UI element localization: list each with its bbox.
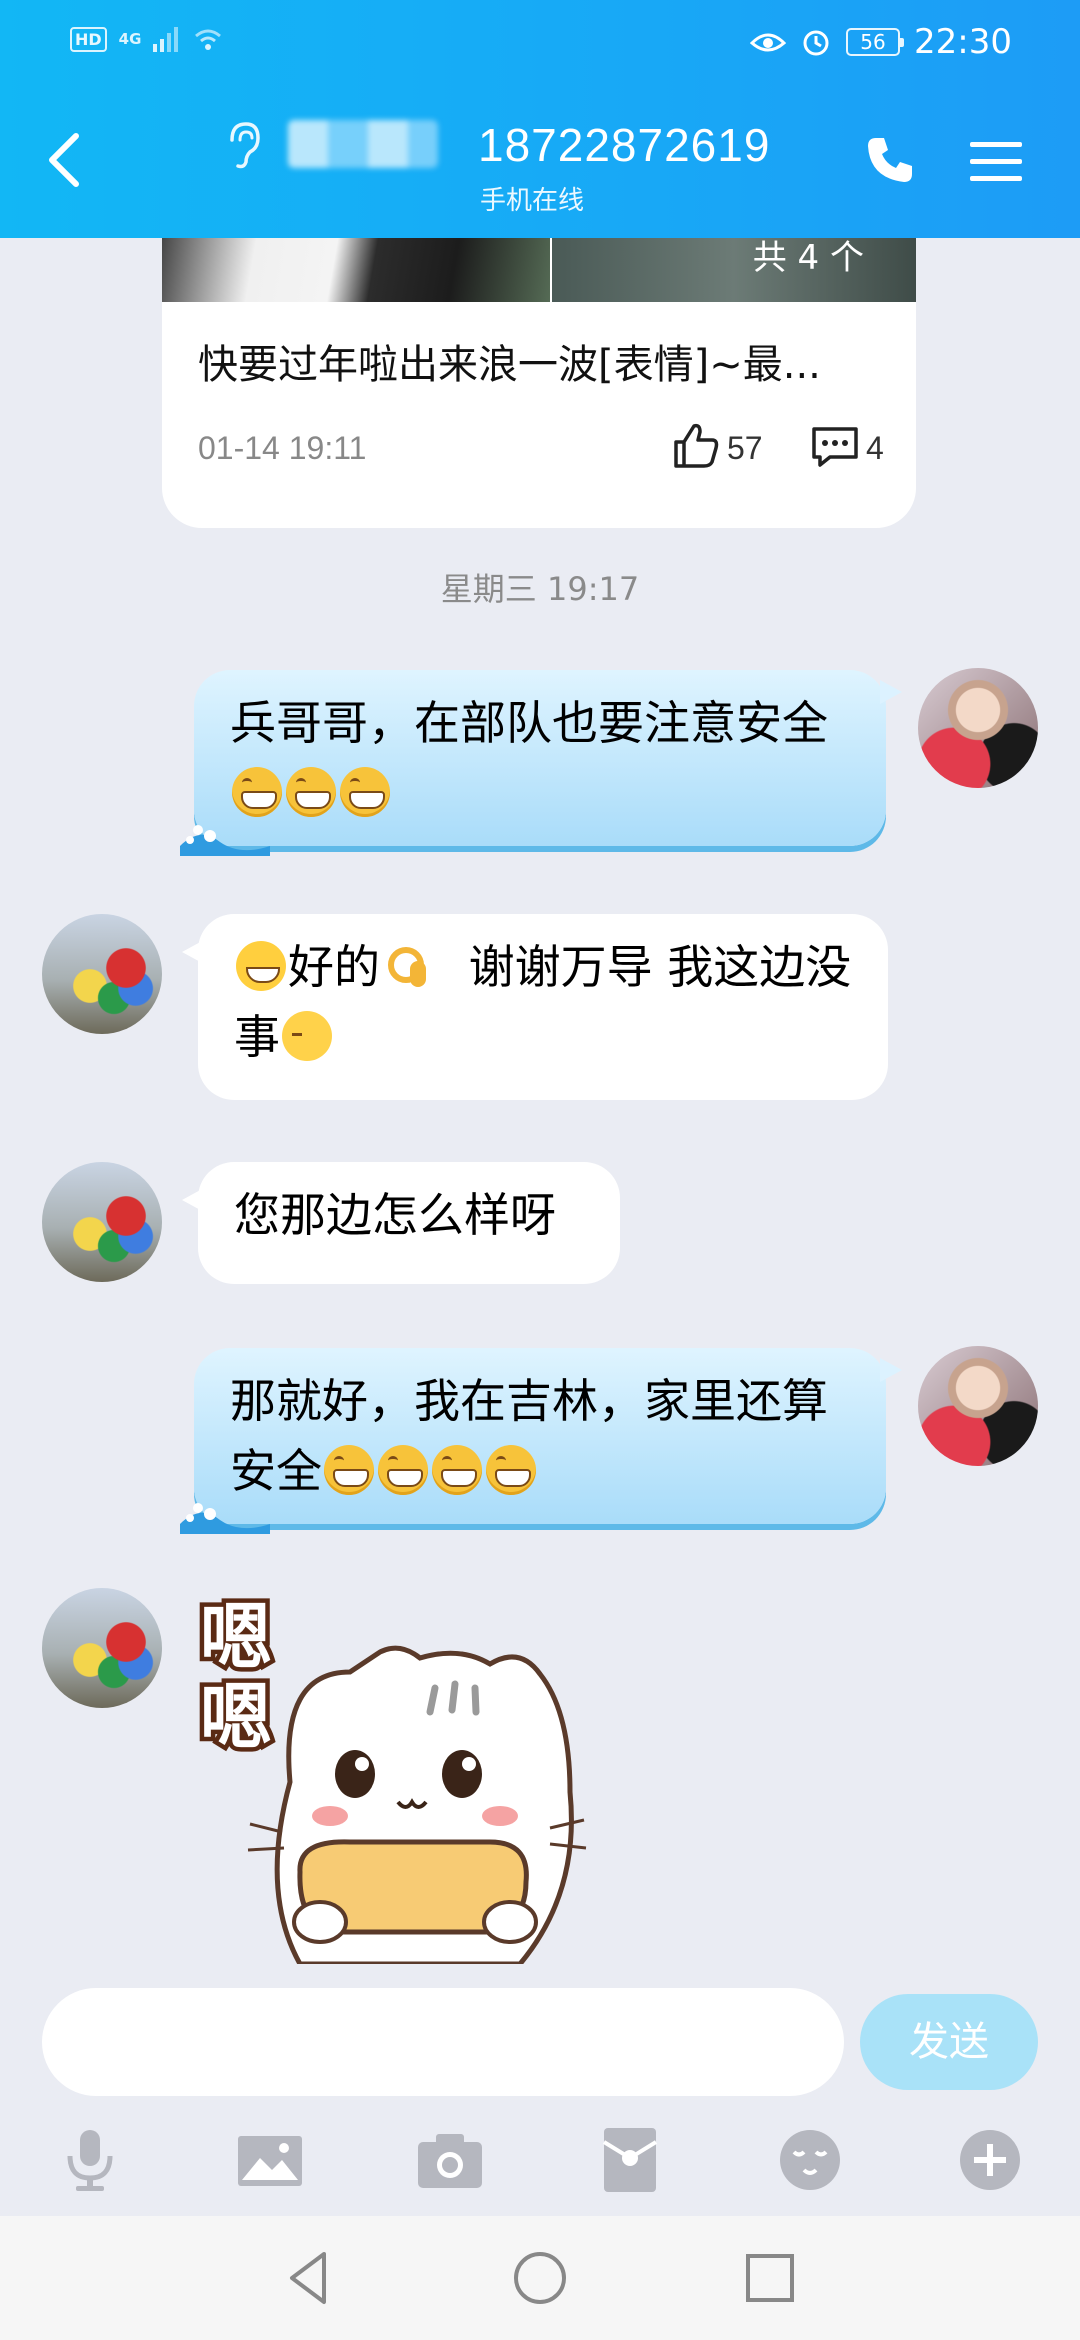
thumbs-up-icon[interactable] (670, 420, 720, 470)
image-icon[interactable] (234, 2124, 306, 2196)
contact-avatar[interactable] (42, 914, 162, 1034)
signal-icon (153, 27, 179, 52)
grin-emoji-icon (486, 1445, 536, 1495)
nav-recents-icon[interactable] (738, 2246, 802, 2310)
network-type: 4G (118, 30, 142, 48)
cat-sticker-image: 嗯 嗯 (196, 1592, 587, 1964)
microphone-icon[interactable] (54, 2124, 126, 2196)
message-text: 您那边怎么样呀 (234, 1188, 556, 1242)
sticker-text-1: 嗯 (200, 1595, 272, 1679)
eye-icon (750, 33, 787, 52)
menu-button[interactable] (968, 138, 1024, 186)
camera-icon[interactable] (414, 2124, 486, 2196)
grin-emoji-icon (378, 1445, 428, 1495)
system-navigation-bar (0, 2216, 1080, 2340)
clock: 22:30 (914, 22, 1012, 62)
send-button[interactable]: 发送 (860, 1994, 1038, 2090)
plus-icon[interactable] (954, 2124, 1026, 2196)
post-text: 快要过年啦出来浪一波[表情]~最... (198, 342, 821, 388)
message-text: 好的 (288, 940, 380, 994)
contact-name-blurred (288, 120, 438, 168)
shared-post-card[interactable]: 共 4 个 快要过年啦出来浪一波[表情]~最... 01-14 19:11 57… (162, 200, 916, 528)
message-bubble-sent[interactable]: 兵哥哥，在部队也要注意安全 (180, 670, 902, 856)
nav-home-icon[interactable] (508, 2246, 572, 2310)
sticker-text-2: 嗯 (200, 1675, 272, 1759)
phone-call-button[interactable] (862, 132, 918, 188)
grin-emoji-icon (232, 767, 282, 817)
input-bar: 发送 (0, 1964, 1080, 2216)
back-button[interactable] (40, 130, 90, 190)
message-text: 兵哥哥，在部队也要注意安全 (230, 696, 828, 750)
battery-indicator: 56 (846, 28, 905, 56)
grin-emoji-icon (340, 767, 390, 817)
my-avatar[interactable] (918, 668, 1038, 788)
ok-hand-emoji-icon (382, 941, 432, 991)
online-status: 手机在线 (480, 186, 585, 216)
chat-header: HD 4G 56 22:30 18722872619 手机在线 (0, 0, 1080, 238)
nav-back-icon[interactable] (278, 2246, 342, 2310)
ear-icon[interactable] (222, 120, 262, 170)
wave-decoration-icon (180, 825, 270, 856)
like-count: 57 (727, 430, 763, 466)
red-packet-icon[interactable] (594, 2124, 666, 2196)
cat-sticker[interactable]: 嗯 嗯 (190, 1592, 590, 1964)
message-bubble-sent[interactable]: 那就好，我在吉林，家里还算安全 (180, 1348, 902, 1534)
contact-avatar[interactable] (42, 1588, 162, 1708)
input-toolbar (0, 2114, 1080, 2214)
message-bubble-received[interactable]: 您那边怎么样呀 (182, 1162, 620, 1284)
happy-emoji-icon (236, 941, 286, 991)
emoji-icon[interactable] (774, 2124, 846, 2196)
grin-emoji-icon (286, 767, 336, 817)
message-timestamp: 星期三 19:17 (440, 570, 640, 608)
hd-badge: HD (70, 26, 107, 52)
calm-emoji-icon (282, 1011, 332, 1061)
comment-count: 4 (866, 430, 884, 466)
message-input[interactable] (42, 1988, 844, 2096)
contact-avatar[interactable] (42, 1162, 162, 1282)
my-avatar[interactable] (918, 1346, 1038, 1466)
grin-emoji-icon (432, 1445, 482, 1495)
wifi-icon (195, 29, 222, 50)
wave-decoration-icon (180, 1503, 270, 1534)
status-bar: HD 4G 56 22:30 (0, 0, 1080, 90)
comment-icon[interactable] (810, 425, 860, 469)
alarm-icon (803, 30, 829, 56)
chat-title[interactable]: 18722872619 (478, 118, 770, 172)
post-date: 01-14 19:11 (198, 430, 367, 466)
grin-emoji-icon (324, 1445, 374, 1495)
message-bubble-received[interactable]: 好的 谢谢万导 我这边没事 (182, 914, 888, 1100)
